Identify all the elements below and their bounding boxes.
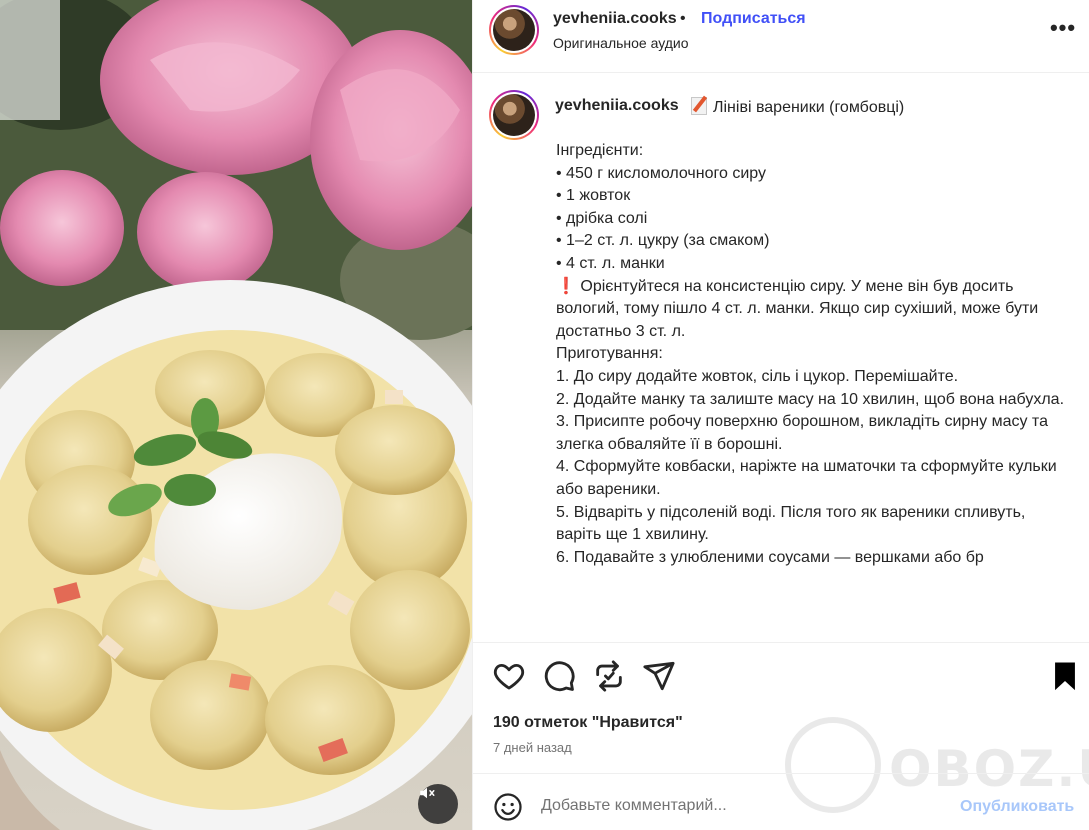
separator-dot: • xyxy=(680,10,686,27)
post-media[interactable] xyxy=(0,0,472,830)
audio-label[interactable]: Оригинальное аудио xyxy=(553,35,689,51)
caption-line: 5. Відваріть у підсоленій воді. Після то… xyxy=(556,503,1030,544)
exclamation-icon: ❗ xyxy=(556,277,576,295)
caption-title: Лініві вареники (гомбовці) xyxy=(691,97,904,117)
publish-button[interactable]: Опубликовать xyxy=(960,798,1074,816)
header-username[interactable]: yevheniia.cooks xyxy=(553,10,677,28)
caption-body: Інгредієнти: • 450 г кисломолочного сиру… xyxy=(556,140,1071,569)
action-bar: 190 отметок "Нравится" 7 дней назад xyxy=(473,642,1089,772)
caption-line: 1. До сиру додайте жовток, сіль і цукор.… xyxy=(556,367,959,385)
likes-count[interactable]: 190 отметок "Нравится" xyxy=(493,714,683,732)
emoji-icon[interactable] xyxy=(493,792,523,822)
post-panel: yevheniia.cooks • Подписаться Оригинальн… xyxy=(472,0,1089,830)
caption-line: • 1 жовток xyxy=(556,187,631,205)
post-date[interactable]: 7 дней назад xyxy=(493,740,572,755)
caption-line: • 4 ст. л. манки xyxy=(556,254,665,272)
avatar[interactable] xyxy=(489,5,539,55)
comment-bar: Опубликовать xyxy=(473,773,1089,830)
caption-line: • дрібка солі xyxy=(556,209,648,227)
repost-icon[interactable] xyxy=(592,659,626,693)
caption: yevheniia.cooks Лініві вареники (гомбовц… xyxy=(473,74,1089,642)
more-icon: ••• xyxy=(1049,15,1077,40)
food-photo xyxy=(0,0,472,830)
follow-button[interactable]: Подписаться xyxy=(701,10,806,28)
memo-icon xyxy=(691,97,707,115)
caption-line: 6. Подавайте з улюбленими соусами — верш… xyxy=(556,548,984,566)
caption-line: Інгредієнти: xyxy=(556,142,644,159)
caption-line: 2. Додайте манку та залиште масу на 10 х… xyxy=(556,390,1065,408)
share-icon[interactable] xyxy=(642,659,676,693)
caption-line: 3. Присипте робочу поверхню борошном, ви… xyxy=(556,413,1053,453)
mute-button[interactable] xyxy=(418,784,458,824)
more-options-button[interactable]: ••• xyxy=(1047,16,1079,44)
post-header: yevheniia.cooks • Подписаться Оригинальн… xyxy=(473,0,1089,73)
speaker-muted-icon xyxy=(420,787,435,799)
heart-icon[interactable] xyxy=(492,659,526,693)
caption-line: • 1–2 ст. л. цукру (за смаком) xyxy=(556,232,770,250)
caption-avatar[interactable] xyxy=(489,90,539,140)
caption-note: Орієнтуйтеся на консистенцію сиру. У мен… xyxy=(556,277,1043,340)
caption-line: 4. Сформуйте ковбаски, наріжте на шматоч… xyxy=(556,458,1062,498)
caption-title-text: Лініві вареники (гомбовці) xyxy=(713,99,905,116)
comment-icon[interactable] xyxy=(542,659,576,693)
bookmark-icon[interactable] xyxy=(1048,659,1082,693)
caption-username[interactable]: yevheniia.cooks xyxy=(555,97,679,115)
caption-line: Приготування: xyxy=(556,345,663,363)
caption-line: • 450 г кисломолочного сиру xyxy=(556,164,766,182)
comment-input[interactable] xyxy=(541,790,901,822)
caption-line: ❗ Орієнтуйтеся на консистенцію сиру. У м… xyxy=(556,276,1071,344)
